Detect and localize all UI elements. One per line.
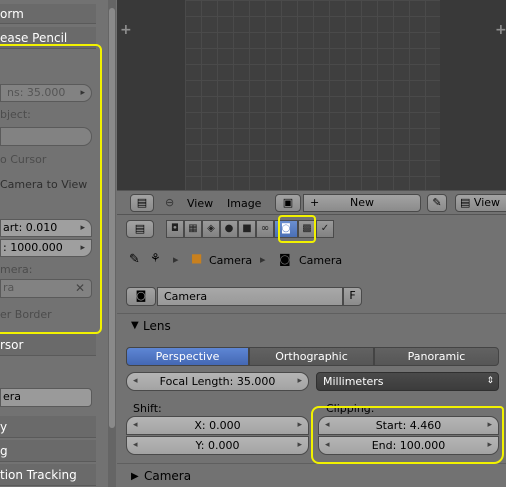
view-mode-label: View: [473, 196, 501, 209]
breadcrumb-object: Camera: [209, 254, 253, 267]
expanded-triangle-icon[interactable]: ▼: [131, 320, 139, 331]
tab-physics[interactable]: ✓: [316, 220, 334, 238]
tab-object[interactable]: ■: [238, 220, 256, 238]
collapse-icon[interactable]: ⊖: [165, 194, 174, 212]
tab-layers[interactable]: ▦: [184, 220, 202, 238]
arrow-right-icon: ▸: [297, 440, 302, 450]
arrow-left-icon: ◂: [133, 376, 138, 386]
scene-icon: ◈: [207, 223, 215, 234]
view-mode-button[interactable]: ▤ View: [455, 194, 506, 212]
camera-panel-title[interactable]: Camera: [144, 469, 191, 483]
shift-x-field[interactable]: ◂ X: 0.000 ▸: [126, 416, 309, 435]
world-icon: ●: [224, 223, 234, 234]
pin-button[interactable]: ✎: [427, 194, 447, 212]
new-label: New: [350, 196, 374, 209]
object-cube-icon: ■: [191, 251, 203, 265]
highlight-left-clipping: [0, 44, 102, 334]
constraint-icon: ∞: [260, 223, 270, 234]
transform-header[interactable]: orm: [0, 4, 96, 24]
collapsed-triangle-icon[interactable]: ▶: [131, 471, 139, 482]
lens-orthographic-option[interactable]: Orthographic: [249, 347, 374, 366]
lens-unit-value: Millimeters: [323, 375, 384, 388]
tab-render[interactable]: ◘: [166, 220, 184, 238]
layers-icon: ▦: [188, 223, 198, 234]
lens-panel-title[interactable]: Lens: [143, 319, 171, 333]
new-image-button[interactable]: + New: [303, 194, 421, 212]
updown-icon: ⇕: [486, 376, 494, 386]
fake-user-button[interactable]: F: [343, 287, 362, 306]
shift-label: Shift:: [133, 402, 162, 415]
add-region-icon[interactable]: +: [495, 22, 506, 38]
browse-camera-button[interactable]: ◙: [126, 287, 156, 306]
image-editor-icon: ▤: [136, 196, 148, 209]
object-icon: ■: [242, 223, 252, 234]
arrow-right-icon: ▸: [297, 420, 302, 430]
properties-type-button[interactable]: ▤: [126, 220, 154, 238]
cursor-header[interactable]: rsor: [0, 334, 96, 356]
image-editor-header: ▤ ⊖ View Image ▣ + New ✎ ▤ View: [117, 190, 506, 215]
focal-length-value: Focal Length: 35.000: [159, 375, 276, 388]
browse-image-button[interactable]: ▣: [275, 194, 301, 212]
tab-scene[interactable]: ◈: [202, 220, 220, 238]
camera-data-icon: ◙: [279, 252, 291, 266]
uv-grid: [185, 0, 440, 190]
tab-constraints[interactable]: ∞: [256, 220, 274, 238]
image-menu[interactable]: Image: [227, 195, 261, 213]
highlight-clipping-fields: [311, 406, 504, 464]
divider: [117, 313, 506, 314]
motion-tracking-header[interactable]: tion Tracking: [0, 464, 96, 486]
arrow-left-icon: ◂: [133, 420, 138, 430]
arrow-right-icon: ▸: [297, 376, 302, 386]
focal-length-field[interactable]: ◂ Focal Length: 35.000 ▸: [126, 372, 309, 391]
camera-name-field[interactable]: era: [0, 388, 92, 407]
view-menu[interactable]: View: [187, 195, 213, 213]
shift-x-value: X: 0.000: [194, 419, 241, 432]
lens-perspective-option[interactable]: Perspective: [126, 347, 249, 366]
shift-y-value: Y: 0.000: [195, 439, 240, 452]
pin-icon[interactable]: ✎: [129, 252, 140, 267]
editor-type-button[interactable]: ▤: [130, 194, 154, 212]
properties-icon: ▤: [134, 222, 146, 235]
view-mode-icon: ▤: [460, 196, 471, 209]
image-icon: ▣: [282, 196, 294, 209]
add-region-icon[interactable]: +: [120, 22, 132, 38]
highlight-camera-tab: [278, 215, 316, 243]
plus-icon: +: [310, 196, 320, 209]
pin-icon: ✎: [432, 196, 442, 209]
camera-name-input[interactable]: Camera: [157, 287, 343, 306]
breadcrumb-separator: ▸: [173, 253, 179, 266]
left-scrollbar[interactable]: [108, 0, 116, 487]
camera-name-value: era: [3, 390, 22, 403]
arrow-left-icon: ◂: [133, 440, 138, 450]
tab-world[interactable]: ●: [220, 220, 238, 238]
panel-y-header[interactable]: y: [0, 416, 96, 438]
shift-y-field[interactable]: ◂ Y: 0.000 ▸: [126, 436, 309, 455]
lens-unit-select[interactable]: Millimeters ⇕: [316, 372, 499, 391]
scrollbar-thumb[interactable]: [109, 8, 115, 428]
scene-breadcrumb-icon: ⚘: [150, 251, 161, 265]
panel-g-header[interactable]: g: [0, 440, 96, 462]
physics-icon: ✓: [320, 223, 330, 234]
camera-render-icon: ◘: [171, 223, 179, 234]
camera-data-icon: ◙: [135, 289, 147, 302]
lens-panoramic-option[interactable]: Panoramic: [374, 347, 499, 366]
breadcrumb-data: Camera: [299, 254, 343, 267]
breadcrumb-separator: ▸: [260, 253, 266, 266]
